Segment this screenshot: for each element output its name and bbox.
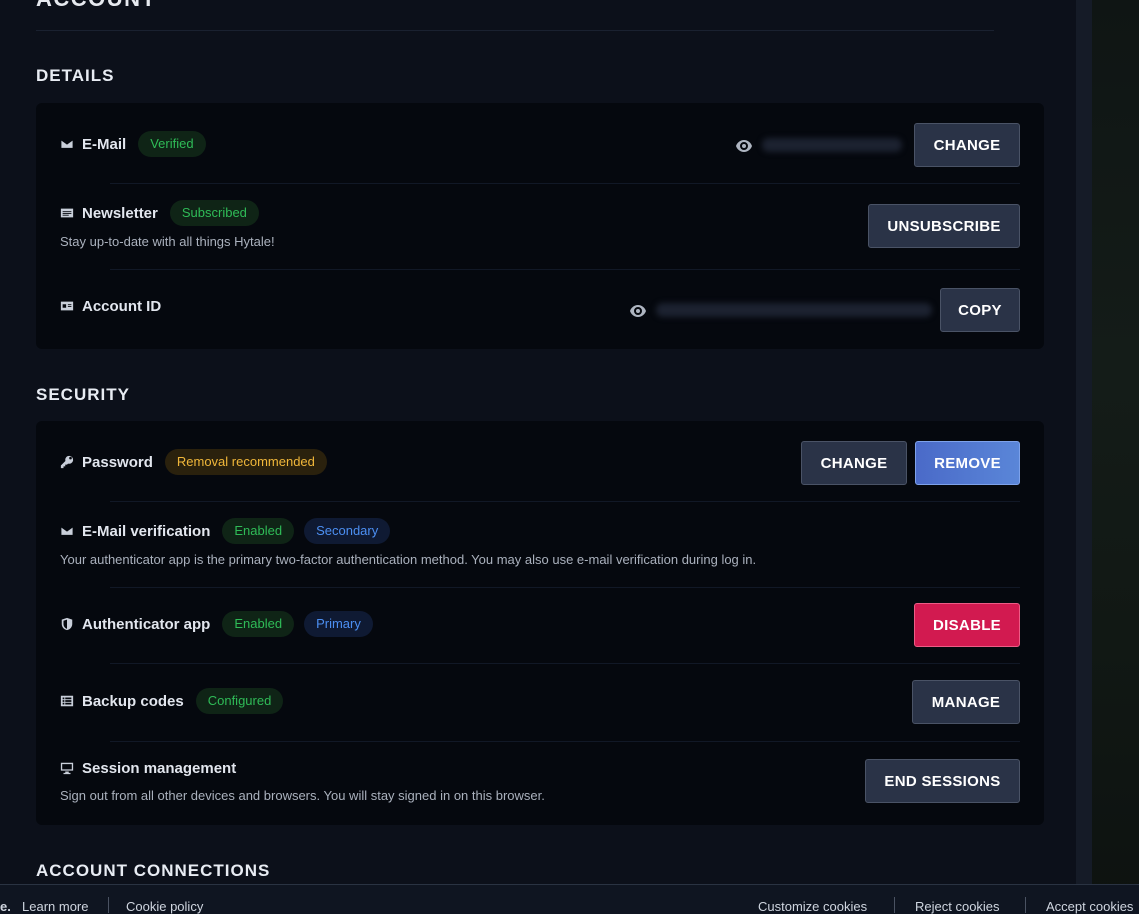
security-card: Password Removal recommended CHANGE REMO… [36,421,1044,825]
title-divider [36,30,994,31]
security-heading: SECURITY [36,385,130,404]
separator [1025,897,1026,913]
account-id-value-hidden [656,303,932,317]
shield-icon [60,617,74,631]
primary-badge: Primary [304,611,373,637]
list-icon [60,694,74,708]
separator [894,897,895,913]
email-label: E-Mail [82,135,127,153]
accept-cookies-button[interactable]: Accept cookies [1046,899,1133,914]
manage-backup-codes-button[interactable]: MANAGE [912,680,1020,724]
unsubscribe-button[interactable]: UNSUBSCRIBE [868,204,1020,248]
envelope-icon [60,524,74,538]
removal-recommended-badge: Removal recommended [164,449,327,475]
envelope-icon [60,137,74,151]
enabled-badge: Enabled [222,611,295,637]
scroll-gutter [1076,0,1092,913]
authenticator-label: Authenticator app [82,615,211,633]
remove-password-button[interactable]: REMOVE [915,441,1020,485]
page-title: ACCOUNT [36,0,157,12]
newsletter-description: Stay up-to-date with all things Hytale! [60,234,275,249]
backup-codes-row: Backup codes Configured MANAGE [36,663,1044,741]
session-management-label: Session management [82,759,237,777]
main-panel: ACCOUNT DETAILS E-Mail Verified CHANGE [0,0,1076,913]
eye-icon[interactable] [736,139,752,152]
newsletter-label: Newsletter [82,204,158,222]
account-connections-heading: ACCOUNT CONNECTIONS [36,861,271,880]
subscribed-badge: Subscribed [169,200,259,226]
email-verification-label: E-Mail verification [82,522,211,540]
cookie-policy-link[interactable]: Cookie policy [126,899,203,914]
email-value-hidden [762,138,902,152]
newsletter-row: Newsletter Subscribed Stay up-to-date wi… [36,183,1044,269]
authenticator-row: Authenticator app Enabled Primary DISABL… [36,587,1044,663]
reject-cookies-button[interactable]: Reject cookies [915,899,1000,914]
email-row: E-Mail Verified CHANGE [36,103,1044,183]
email-verification-description: Your authenticator app is the primary tw… [60,552,757,567]
secondary-badge: Secondary [304,518,391,544]
newspaper-icon [60,206,74,220]
monitor-icon [60,761,74,775]
id-card-icon [60,299,74,313]
account-id-row: Account ID COPY [36,269,1044,349]
customize-cookies-button[interactable]: Customize cookies [758,899,867,914]
change-email-button[interactable]: CHANGE [914,123,1020,167]
configured-badge: Configured [195,688,284,714]
password-row: Password Removal recommended CHANGE REMO… [36,421,1044,501]
email-verification-row: E-Mail verification Enabled Secondary Yo… [36,501,1044,587]
cookie-text-fragment: e. [0,899,11,914]
cookie-banner: e. Learn more Cookie policy Customize co… [0,884,1139,914]
verified-badge: Verified [138,131,206,157]
change-password-button[interactable]: CHANGE [801,441,907,485]
enabled-badge: Enabled [222,518,295,544]
background-image [1092,0,1139,913]
session-management-description: Sign out from all other devices and brow… [60,788,545,803]
account-id-label: Account ID [82,297,162,315]
disable-authenticator-button[interactable]: DISABLE [914,603,1020,647]
password-label: Password [82,453,153,471]
key-icon [60,455,74,469]
details-heading: DETAILS [36,66,115,85]
details-card: E-Mail Verified CHANGE Newsletter Subscr… [36,103,1044,349]
end-sessions-button[interactable]: END SESSIONS [865,759,1020,803]
copy-account-id-button[interactable]: COPY [940,288,1020,332]
eye-icon[interactable] [630,304,646,317]
session-management-row: Session management Sign out from all oth… [36,741,1044,825]
separator [108,897,109,913]
learn-more-link[interactable]: Learn more [22,899,88,914]
backup-codes-label: Backup codes [82,692,184,710]
